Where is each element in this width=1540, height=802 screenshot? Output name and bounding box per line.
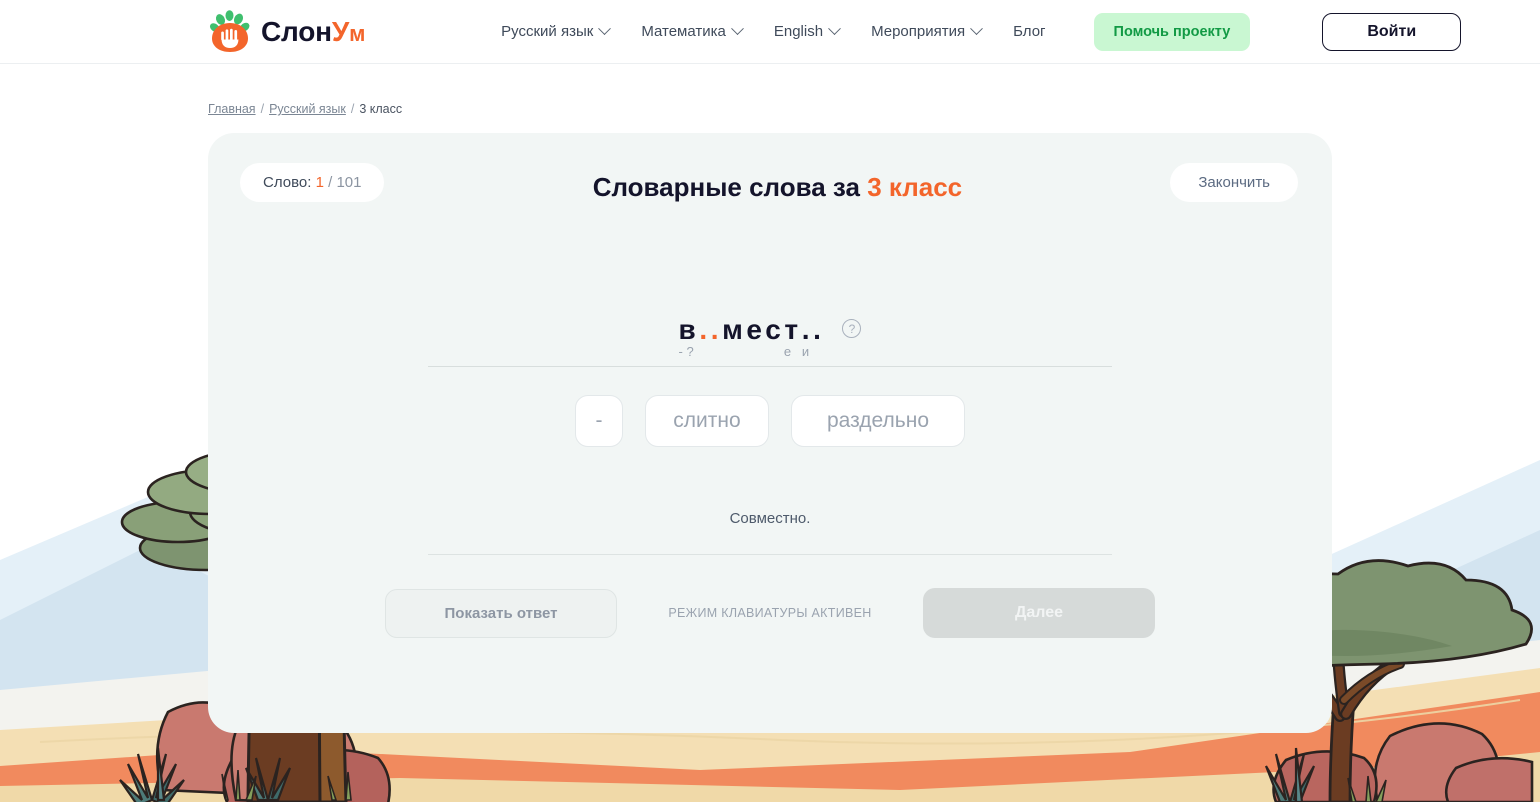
nav-label: Русский язык — [501, 23, 594, 40]
logo[interactable]: СлонУм — [208, 9, 366, 54]
nav-item-english[interactable]: English — [758, 15, 855, 48]
word-middle: мест — [722, 314, 802, 345]
nav-label: Мероприятия — [871, 23, 966, 40]
breadcrumb: Главная / Русский язык / 3 класс — [208, 102, 1540, 116]
support-project-button[interactable]: Помочь проекту — [1093, 12, 1251, 51]
nav-label: Блог — [1013, 23, 1046, 40]
word-definition: Совместно. — [729, 510, 811, 527]
nav-item-russian[interactable]: Русский язык — [485, 15, 625, 48]
page-title-grade: 3 класс — [867, 172, 963, 202]
card-header: Слово: 1 / 101 Словарные слова за 3 клас… — [208, 133, 1332, 203]
word-letters[interactable]: в.. мест.. — [679, 316, 825, 344]
keyboard-mode-status: Режим клавиатуры активен — [668, 606, 872, 620]
logo-text-accent: У — [331, 15, 350, 47]
word-block: в.. мест.. -? е и — [679, 316, 825, 360]
word-counter-label: Слово: — [263, 174, 312, 191]
word-counter-slash: / — [328, 174, 333, 191]
answer-options: - слитно раздельно — [208, 395, 1332, 447]
action-bar: Показать ответ Режим клавиатуры активен … — [208, 588, 1332, 638]
breadcrumb-subject[interactable]: Русский язык — [269, 102, 346, 116]
finish-button[interactable]: Закончить — [1170, 163, 1298, 202]
chevron-down-icon — [598, 22, 612, 36]
logo-text-primary: Слон — [261, 15, 332, 47]
divider-top — [428, 366, 1112, 367]
word-hints: -? е и — [678, 344, 813, 359]
site-header: СлонУм Русский язык Математика English М… — [0, 0, 1540, 64]
word-prefix: в — [678, 314, 700, 345]
help-icon[interactable]: ? — [842, 319, 862, 338]
exercise-card: Слово: 1 / 101 Словарные слова за 3 клас… — [208, 133, 1332, 733]
nav-item-blog[interactable]: Блог — [997, 15, 1061, 48]
option-button-dash[interactable]: - — [575, 395, 623, 447]
chevron-down-icon — [828, 22, 841, 36]
option-button-together[interactable]: слитно — [645, 395, 769, 447]
main-navigation: Русский язык Математика English Мероприя… — [485, 15, 1061, 48]
page-title-prefix: Словарные слова за — [592, 172, 860, 202]
divider-bottom — [428, 554, 1112, 555]
word-counter-total: 101 — [336, 174, 362, 191]
next-button[interactable]: Далее — [923, 588, 1155, 638]
option-button-separate[interactable]: раздельно — [791, 395, 965, 447]
nav-label: English — [773, 23, 824, 40]
word-puzzle: в.. мест.. -? е и ? — [208, 316, 1332, 360]
word-counter-current: 1 — [315, 174, 324, 191]
paw-leaf-logo-icon — [210, 9, 250, 52]
word-counter: Слово: 1 / 101 — [240, 163, 385, 202]
nav-label: Математика — [641, 23, 726, 40]
logo-text-accent-sm: м — [349, 20, 366, 46]
word-gap-active[interactable]: .. — [699, 316, 722, 344]
word-gap-end[interactable]: .. — [802, 316, 825, 344]
breadcrumb-separator: / — [260, 102, 265, 116]
logo-text: СлонУм — [261, 15, 366, 47]
nav-item-math[interactable]: Математика — [625, 15, 758, 48]
show-answer-button[interactable]: Показать ответ — [385, 588, 617, 638]
chevron-down-icon — [730, 22, 744, 36]
breadcrumb-home[interactable]: Главная — [208, 102, 256, 116]
page-title: Словарные слова за 3 класс — [593, 172, 962, 203]
breadcrumb-current: 3 класс — [359, 102, 403, 116]
chevron-down-icon — [970, 22, 983, 36]
nav-item-events[interactable]: Мероприятия — [855, 15, 997, 48]
login-button[interactable]: Войти — [1322, 12, 1462, 51]
breadcrumb-separator: / — [350, 102, 355, 116]
